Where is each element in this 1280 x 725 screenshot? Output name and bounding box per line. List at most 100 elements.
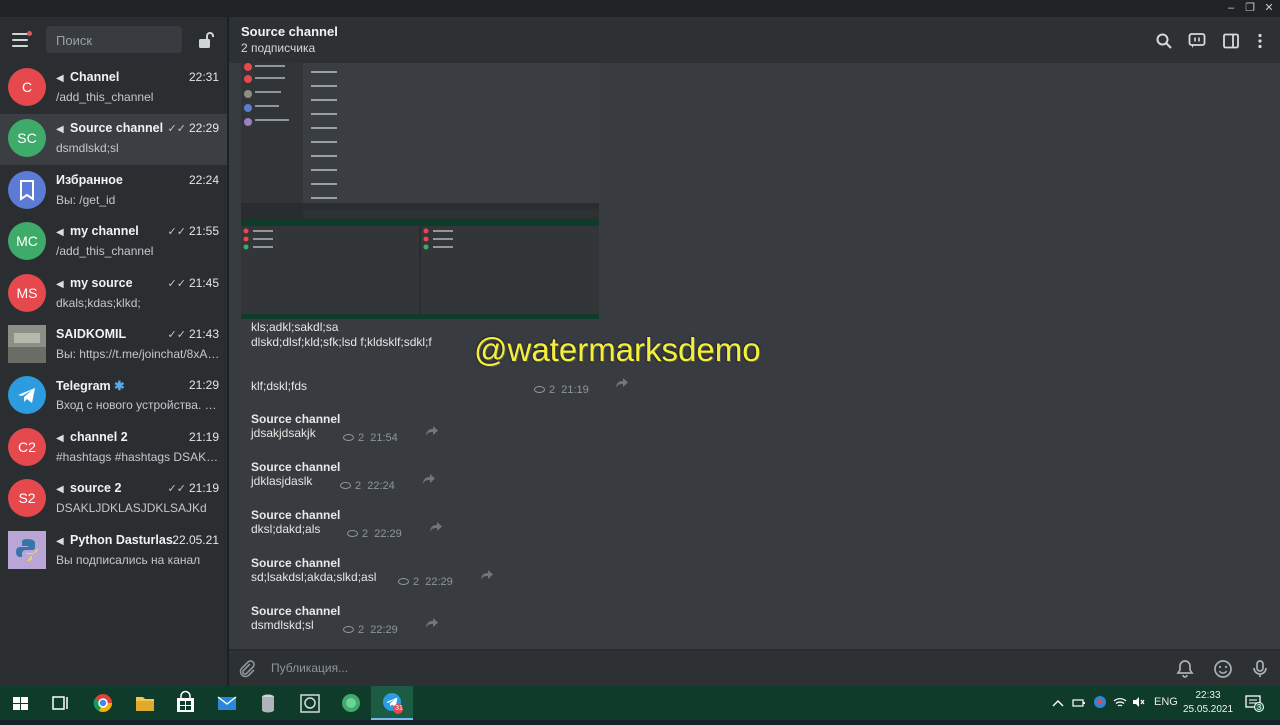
channel-post: Source channel jdsakjdsakjk — [251, 412, 340, 440]
chat-name: ◀ Python Dasturlas... — [56, 533, 176, 547]
menu-icon[interactable] — [12, 31, 32, 47]
database-taskbar-button[interactable] — [247, 686, 289, 720]
chat-name: Telegram ✱ — [56, 378, 125, 393]
chat-last-message: DSAKLJDKLASJDKLSAJKd — [56, 501, 207, 516]
chat-item[interactable]: MS ◀ my source ✓✓ 21:45 dkals;kdas;klkd; — [0, 269, 227, 320]
post-meta: 2 22:29 — [347, 528, 402, 540]
message-photo[interactable] — [241, 63, 599, 319]
chat-item[interactable]: C2 ◀ channel 2 21:19 #hashtags #hashtags DSA… — [0, 423, 227, 474]
chat-avatar: C2 — [8, 427, 46, 466]
chat-item[interactable]: SAIDKOMIL ✓✓ 21:43 Вы: https://t.me/joincha… — [0, 320, 227, 371]
close-button[interactable]: ✕ — [1258, 1, 1280, 16]
post-author[interactable]: Source channel — [251, 508, 340, 522]
post-author[interactable]: Source channel — [251, 412, 340, 426]
app-taskbar-button[interactable] — [289, 686, 331, 720]
volume-muted-icon[interactable] — [1131, 695, 1145, 709]
chat-time: ✓✓ 21:19 — [168, 481, 219, 495]
chat-item[interactable]: C ◀ Channel 22:31/add_this_channel — [0, 63, 227, 114]
start-button[interactable] — [0, 686, 42, 720]
views-count: 2 — [358, 624, 365, 636]
sidebar-toggle-icon[interactable] — [1222, 32, 1240, 50]
chat-name-text: source 2 — [70, 481, 122, 496]
chat-time-text: 21:55 — [188, 224, 219, 239]
chrome-taskbar-button[interactable] — [82, 686, 124, 720]
chat-name-text: Source channel — [70, 121, 164, 136]
chevron-up-icon[interactable] — [1051, 696, 1065, 710]
chat-last-message: dkals;kdas;klkd; — [56, 295, 141, 310]
message-meta: 2 21:19 — [534, 384, 589, 396]
chat-time-text: 21:45 — [188, 275, 219, 290]
chat-time: ✓✓ 21:55 — [168, 224, 219, 238]
forward-icon[interactable] — [480, 569, 494, 581]
post-time: 22:29 — [425, 576, 453, 588]
forward-icon[interactable] — [615, 377, 629, 389]
discussion-icon[interactable] — [1188, 32, 1206, 50]
post-author[interactable]: Source channel — [251, 460, 340, 474]
emoji-icon[interactable] — [1213, 659, 1233, 679]
read-ticks-icon: ✓✓ — [167, 483, 186, 496]
telegram-icon — [18, 388, 35, 404]
chat-avatar: C — [8, 68, 46, 106]
forward-icon[interactable] — [422, 473, 436, 485]
chat-last-message: Вы: https://t.me/joinchat/8xA0... — [56, 347, 220, 361]
post-text: jdsakjdsakjk — [251, 426, 316, 440]
chat-avatar — [8, 530, 46, 569]
forward-icon[interactable] — [429, 521, 443, 533]
read-ticks-icon: ✓✓ — [167, 226, 186, 239]
attach-icon[interactable] — [237, 659, 257, 679]
sidebar-header: Поиск — [0, 17, 228, 63]
channel-post: Source channel sd;lsakdsl;akda;slkd;asl — [251, 556, 376, 584]
message-input[interactable]: Публикация... — [271, 661, 348, 675]
store-taskbar-button[interactable] — [165, 686, 207, 720]
chat-last-message: /add_this_channel — [56, 244, 154, 259]
chat-last-message: #hashtags #hashtags DSAKLJ... — [56, 449, 220, 464]
explorer-taskbar-button[interactable] — [124, 686, 166, 720]
chat-last-message: Вход с нового устройства. Bitt... — [56, 398, 220, 413]
wifi-icon[interactable] — [1113, 695, 1127, 709]
chat-avatar: SC — [8, 119, 46, 158]
chat-sidebar: Поиск C ◀ Channel 22:31/add_this_channel SC ◀… — [0, 17, 228, 686]
megaphone-icon: ◀ — [56, 432, 64, 444]
compose-bar: Публикация... — [229, 649, 1280, 686]
clock-time: 22:33 — [1195, 690, 1221, 701]
notification-bell-icon[interactable] — [1175, 659, 1195, 679]
telegram-taskbar-button[interactable]: 31 — [371, 686, 413, 720]
photo-avatar — [8, 325, 46, 363]
unlock-icon[interactable] — [197, 31, 215, 49]
language-indicator[interactable]: ENG — [1154, 696, 1178, 708]
post-meta: 2 22:29 — [343, 624, 398, 636]
search-input[interactable]: Поиск — [46, 26, 182, 53]
chat-item[interactable]: Telegram ✱ 21:29 Вход с нового устройства.… — [0, 371, 227, 422]
post-meta: 2 22:29 — [398, 576, 453, 588]
chat-title[interactable]: Source channel — [241, 24, 338, 39]
chat-item[interactable]: ◀ Python Dasturlas... 22.05.21 Вы подписали… — [0, 526, 227, 577]
views-count: 2 — [355, 480, 362, 492]
antivirus-icon[interactable] — [1093, 695, 1107, 709]
folder-icon — [136, 697, 154, 711]
mail-taskbar-button[interactable] — [206, 686, 248, 720]
chat-item[interactable]: SC ◀ Source channel ✓✓ 22:29 dsmdlskd;sl — [0, 114, 227, 166]
forward-icon[interactable] — [425, 617, 439, 629]
chat-item[interactable]: Избранное 22:24 Вы: /get_id — [0, 166, 227, 217]
task-view-button[interactable] — [40, 686, 82, 720]
post-author[interactable]: Source channel — [251, 556, 376, 570]
post-author[interactable]: Source channel — [251, 604, 340, 618]
views-icon — [340, 482, 351, 489]
system-clock[interactable]: 22:33 25.05.2021 — [1183, 689, 1233, 717]
chat-time: 21:19 — [186, 430, 219, 444]
more-icon[interactable] — [1251, 32, 1269, 50]
green-app-taskbar-button[interactable] — [330, 686, 372, 720]
chat-time-text: 21:43 — [188, 327, 219, 341]
chat-time: ✓✓ 21:43 — [168, 327, 219, 341]
microphone-icon[interactable] — [1250, 659, 1270, 679]
chat-name-text: my source — [70, 275, 133, 290]
battery-icon[interactable] — [1072, 696, 1086, 710]
chat-item[interactable]: MC ◀ my channel ✓✓ 21:55/add_this_channel — [0, 217, 227, 268]
chat-item[interactable]: S2 ◀ source 2 ✓✓ 21:19 DSAKLJDKLASJDKLSAJKd — [0, 474, 227, 525]
post-text: dksl;dakd;als — [251, 522, 321, 536]
green-globe-icon — [342, 694, 360, 712]
forward-icon[interactable] — [425, 425, 439, 437]
chat-time-text: 22:29 — [188, 121, 219, 136]
search-icon[interactable] — [1155, 32, 1173, 50]
megaphone-icon: ◀ — [56, 227, 64, 239]
